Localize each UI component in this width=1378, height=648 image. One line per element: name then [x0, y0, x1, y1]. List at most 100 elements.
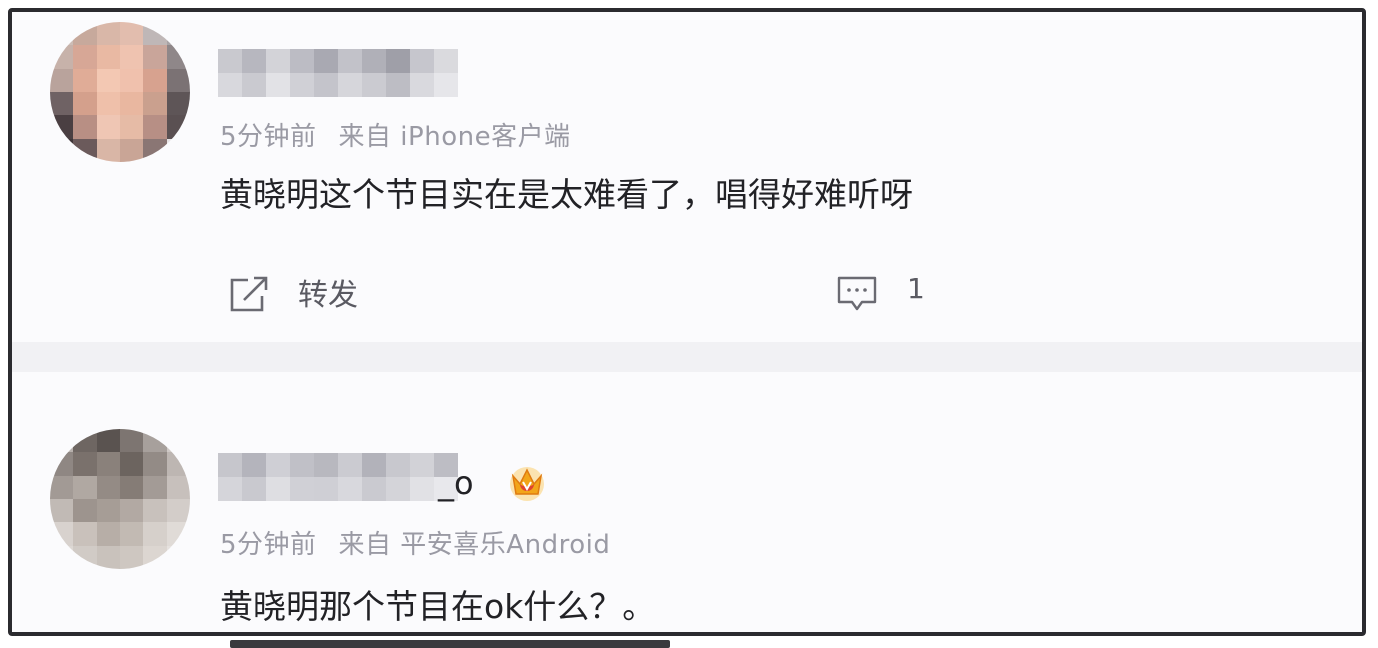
comment-text: 黄晓明那个节目在ok什么？。 — [220, 587, 656, 626]
avatar-pixel — [96, 499, 120, 523]
comment-text: 黄晓明这个节目实在是太难看了，唱得好难听呀 — [220, 175, 913, 214]
comment-time: 5分钟前 — [220, 530, 317, 560]
username-pixel — [434, 73, 458, 97]
avatar-pixel — [73, 45, 97, 69]
username-pixel — [242, 477, 266, 501]
username-pixel — [314, 477, 338, 501]
username-pixel — [266, 49, 290, 73]
avatar-pixel — [166, 115, 190, 139]
repost-button[interactable]: 转发 — [298, 270, 358, 314]
avatar-pixel — [50, 499, 74, 523]
avatar-pixel — [166, 475, 190, 499]
repost-icon[interactable] — [226, 274, 270, 314]
avatar-pixel — [50, 92, 74, 116]
username-blurred[interactable] — [218, 453, 458, 501]
avatar-pixel — [50, 475, 74, 499]
username-pixel — [362, 73, 386, 97]
username-pixel — [290, 477, 314, 501]
username-pixel — [362, 49, 386, 73]
avatar-pixel — [166, 22, 190, 46]
username-pixel — [338, 477, 362, 501]
avatar-pixel — [120, 499, 144, 523]
vip-crown-icon — [510, 467, 544, 501]
username-pixel — [434, 49, 458, 73]
username-pixel — [410, 477, 434, 501]
username-pixel — [338, 49, 362, 73]
username-pixel — [386, 453, 410, 477]
comment-card: 5分钟前 来自 iPhone客户端 黄晓明这个节目实在是太难看了，唱得好难听呀 转… — [12, 12, 1362, 342]
username-pixel — [314, 49, 338, 73]
avatar-pixel — [143, 499, 167, 523]
username-blurred[interactable] — [218, 49, 458, 97]
avatar-pixel — [166, 499, 190, 523]
avatar-pixel — [96, 452, 120, 476]
avatar-pixel — [50, 115, 74, 139]
username-pixel — [266, 73, 290, 97]
comment-icon[interactable] — [836, 274, 878, 314]
username-pixel — [410, 453, 434, 477]
username-pixel — [386, 73, 410, 97]
avatar-pixel — [166, 138, 190, 162]
avatar-pixel — [96, 45, 120, 69]
comment-meta: 5分钟前 来自 平安喜乐Android — [220, 524, 610, 561]
username-pixel — [314, 453, 338, 477]
avatar-pixel — [120, 475, 144, 499]
avatar-pixel — [50, 138, 74, 162]
username-pixel — [290, 49, 314, 73]
comment-time: 5分钟前 — [220, 122, 317, 152]
avatar-pixel — [73, 138, 97, 162]
username-pixel — [218, 453, 242, 477]
username-pixel — [290, 453, 314, 477]
avatar-pixel — [73, 475, 97, 499]
avatar-pixel — [120, 522, 144, 546]
username-pixel — [242, 73, 266, 97]
avatar-pixel — [120, 92, 144, 116]
avatar-pixel — [120, 452, 144, 476]
avatar-pixel — [143, 475, 167, 499]
username-pixel — [314, 73, 338, 97]
avatar-pixel — [120, 545, 144, 569]
screenshot-frame: 5分钟前 来自 iPhone客户端 黄晓明这个节目实在是太难看了，唱得好难听呀 转… — [8, 8, 1366, 636]
username-pixel — [242, 49, 266, 73]
avatar-pixel — [143, 22, 167, 46]
avatar-pixel — [120, 45, 144, 69]
avatar-pixel — [120, 429, 144, 453]
username-pixel — [338, 73, 362, 97]
avatar-pixel — [73, 115, 97, 139]
avatar-pixel — [73, 452, 97, 476]
avatar-pixel — [96, 429, 120, 453]
avatar-pixel — [143, 522, 167, 546]
username-pixel — [290, 73, 314, 97]
avatar-pixel — [73, 92, 97, 116]
avatar-pixel — [96, 138, 120, 162]
avatar-pixel — [96, 522, 120, 546]
avatar-pixel — [73, 68, 97, 92]
section-divider — [12, 342, 1362, 372]
avatar-pixel — [73, 522, 97, 546]
avatar-pixel — [143, 138, 167, 162]
next-item-edge — [230, 640, 670, 648]
comment-source: 来自 平安喜乐Android — [338, 530, 611, 560]
avatar-pixel — [50, 68, 74, 92]
username-pixel — [410, 49, 434, 73]
avatar[interactable] — [50, 429, 190, 569]
avatar-pixel — [73, 22, 97, 46]
avatar-pixel — [96, 22, 120, 46]
avatar-pixel — [166, 45, 190, 69]
avatar-pixel — [143, 68, 167, 92]
username-suffix[interactable]: _o — [438, 464, 474, 502]
username-pixel — [338, 453, 362, 477]
avatar-pixel — [96, 92, 120, 116]
comment-count[interactable]: 1 — [907, 272, 925, 305]
avatar-pixel — [166, 92, 190, 116]
avatar-pixel — [50, 22, 74, 46]
avatar-pixel — [96, 68, 120, 92]
comment-source: 来自 iPhone客户端 — [338, 122, 571, 152]
avatar-pixel — [120, 115, 144, 139]
avatar-pixel — [73, 499, 97, 523]
avatar-pixel — [120, 138, 144, 162]
avatar[interactable] — [50, 22, 190, 162]
avatar-pixel — [143, 115, 167, 139]
username-pixel — [362, 453, 386, 477]
username-pixel — [362, 477, 386, 501]
